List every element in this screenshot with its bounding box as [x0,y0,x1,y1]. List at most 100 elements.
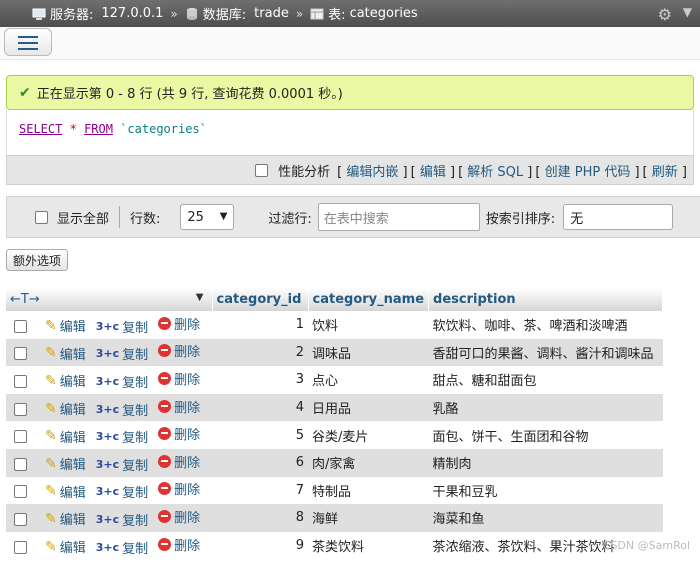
delete-button[interactable]: 删除 [158,452,200,471]
table-row[interactable]: ✎ 编辑 3+c 复制 删除 5 谷类/麦片 面包、饼干、生面团和谷物 [6,421,663,449]
table-row[interactable]: ✎ 编辑 3+c 复制 删除 7 特制品 干果和豆乳 [6,476,663,505]
edit-button[interactable]: ✎ 编辑 [45,371,86,391]
edit-button[interactable]: ✎ 编辑 [45,537,86,557]
database-value[interactable]: trade [254,6,289,21]
cell-category-id: 5 [212,421,308,449]
gear-icon[interactable]: ⚙ [658,5,672,24]
edit-link[interactable]: 编辑 [420,165,446,180]
edit-button[interactable]: ✎ 编辑 [45,316,86,336]
delete-button[interactable]: 删除 [158,535,200,554]
cell-category-name: 调味品 [308,338,429,367]
copy-button[interactable]: 3+c 复制 [96,317,148,336]
sql-keyword-from[interactable]: FROM [84,122,113,136]
copy-button[interactable]: 3+c 复制 [96,510,148,529]
row-checkbox[interactable] [14,485,27,499]
table-icon [310,8,324,19]
rows-select[interactable]: 25 ▼ [180,204,235,230]
row-checkbox[interactable] [14,374,27,388]
edit-button[interactable]: ✎ 编辑 [45,482,86,501]
create-php-code-link[interactable]: 创建 PHP 代码 [545,165,631,180]
delete-button[interactable]: 删除 [158,369,200,388]
copy-button[interactable]: 3+c 复制 [96,344,148,363]
table-row[interactable]: ✎ 编辑 3+c 复制 删除 6 肉/家禽 精制肉 [6,448,663,477]
sql-keyword-select[interactable]: SELECT [19,122,62,136]
row-checkbox[interactable] [14,347,27,361]
copy-button[interactable]: 3+c 复制 [96,455,148,474]
edit-button[interactable]: ✎ 编辑 [45,454,86,474]
header-category-id[interactable]: category_id [212,288,309,311]
delete-button[interactable]: 删除 [158,397,200,416]
cell-description: 海菜和鱼 [428,504,663,532]
copy-button[interactable]: 3+c 复制 [96,482,148,501]
edit-label: 编辑 [59,430,86,446]
edit-button[interactable]: ✎ 编辑 [45,399,86,419]
copy-button[interactable]: 3+c 复制 [96,427,148,446]
cell-category-name: 饮料 [308,311,429,339]
delete-button[interactable]: 删除 [158,507,200,526]
row-checkbox[interactable] [14,512,27,526]
refresh-link[interactable]: 刷新 [652,165,678,180]
delete-button[interactable]: 删除 [158,314,200,333]
edit-button[interactable]: ✎ 编辑 [45,344,86,363]
header-category-name[interactable]: category_name [308,288,430,311]
table-row[interactable]: ✎ 编辑 3+c 复制 删除 8 海鲜 海菜和鱼 [6,504,663,532]
delete-label: 删除 [174,428,201,444]
watermark: CSDN @SamRol [602,539,690,552]
extra-options-button[interactable]: 额外选项 [6,249,69,271]
table-row[interactable]: ✎ 编辑 3+c 复制 删除 2 调味品 香甜可口的果酱、调料、酱汁和调味品 [6,338,663,367]
row-checkbox[interactable] [14,402,27,416]
copy-button[interactable]: 3+c 复制 [96,372,148,391]
table-row[interactable]: ✎ 编辑 3+c 复制 删除 1 饮料 软饮料、咖啡、茶、啤酒和淡啤酒 [6,311,663,339]
row-checkbox[interactable] [14,540,27,554]
cell-category-id: 2 [212,338,308,367]
edit-button[interactable]: ✎ 编辑 [45,509,86,529]
row-actions: ✎ 编辑 3+c 复制 删除 [6,448,212,477]
hamburger-menu-button[interactable] [4,28,52,56]
breadcrumb-table[interactable]: 表: categories [310,4,418,23]
column-toggle-icon[interactable]: ←T→ [10,292,40,307]
breadcrumb-server[interactable]: 服务器: 127.0.0.1 [6,4,163,23]
sort-dropdown-icon[interactable]: ▼ [196,292,204,303]
table-value[interactable]: categories [350,6,418,21]
sort-select[interactable]: 无 [563,204,674,230]
show-all-checkbox[interactable] [35,210,48,224]
menu-row [0,27,700,60]
breadcrumb-database[interactable]: 数据库: trade [185,4,289,23]
copy-icon: 3+c [95,347,120,361]
table-row[interactable]: ✎ 编辑 3+c 复制 删除 9 茶类饮料 茶浓缩液、茶饮料、果汁茶饮料 [6,531,663,560]
success-text: 正在显示第 0 - 8 行 (共 9 行, 查询花费 0.0001 秒。) [36,87,343,102]
copy-label: 复制 [122,320,149,336]
profiling-checkbox[interactable] [255,163,269,177]
delete-button[interactable]: 删除 [158,479,200,498]
filter-input[interactable]: 在表中搜索 [317,203,480,231]
copy-label: 复制 [122,541,149,557]
menu-line [18,48,38,50]
row-checkbox[interactable] [14,319,27,333]
collapse-icon[interactable]: ▼ [683,5,692,19]
copy-icon: 3+c [95,485,120,499]
header-description[interactable]: description [428,288,664,311]
copy-button[interactable]: 3+c 复制 [96,400,148,419]
table-row[interactable]: ✎ 编辑 3+c 复制 删除 4 日用品 乳酪 [6,393,663,422]
server-value[interactable]: 127.0.0.1 [101,6,163,21]
delete-icon [158,454,172,468]
edit-button[interactable]: ✎ 编辑 [45,427,86,446]
profiling-label: 性能分析 [278,164,331,180]
explain-sql-link[interactable]: 解析 SQL [467,165,523,180]
server-icon [32,8,46,20]
pencil-icon: ✎ [45,455,57,472]
row-checkbox[interactable] [14,430,27,444]
cell-category-id: 9 [212,531,308,560]
table-row[interactable]: ✎ 编辑 3+c 复制 删除 3 点心 甜点、糖和甜面包 [6,366,663,394]
sql-actions: 性能分析 [ 编辑内嵌 ] [ 编辑 ] [ 解析 SQL ] [ 创建 PHP… [6,155,694,185]
delete-icon [158,316,172,330]
copy-button[interactable]: 3+c 复制 [96,538,148,557]
delete-button[interactable]: 删除 [158,341,200,360]
pencil-icon: ✎ [45,510,57,527]
cell-description: 精制肉 [428,448,663,477]
delete-button[interactable]: 删除 [158,424,200,443]
edit-inline-link[interactable]: 编辑内嵌 [346,165,398,180]
pencil-icon: ✎ [45,345,57,362]
cell-category-id: 3 [212,366,308,394]
row-checkbox[interactable] [14,457,27,471]
